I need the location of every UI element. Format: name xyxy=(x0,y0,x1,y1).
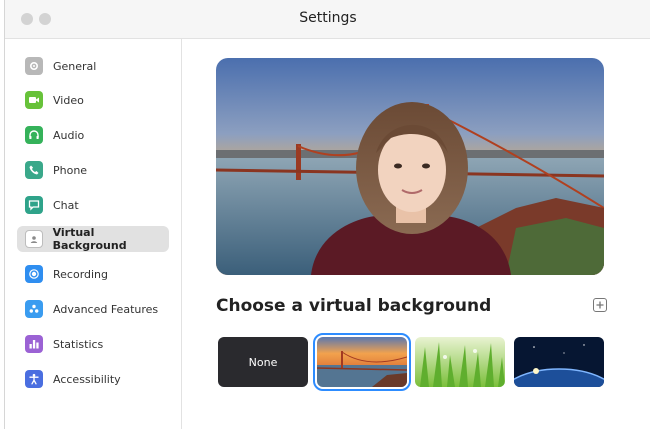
title-bar: Settings xyxy=(5,0,650,39)
gear-icon xyxy=(25,57,43,75)
sidebar-item-label: Chat xyxy=(53,198,79,212)
chat-bubble-icon xyxy=(25,196,43,214)
sidebar-item-label: Phone xyxy=(53,163,88,177)
record-icon xyxy=(25,265,43,283)
sidebar-item-statistics[interactable]: Statistics xyxy=(17,331,169,357)
plus-icon xyxy=(596,301,604,309)
headphones-icon xyxy=(25,126,43,144)
background-thumbnail-grass[interactable] xyxy=(415,337,505,387)
sidebar-item-general[interactable]: General xyxy=(17,53,169,79)
accessibility-icon xyxy=(25,370,43,388)
video-preview xyxy=(216,58,604,275)
settings-window: Settings General Video Audio Phone Chat … xyxy=(4,0,650,429)
advanced-features-icon xyxy=(25,300,43,318)
person-card-icon xyxy=(25,230,43,248)
sidebar-item-audio[interactable]: Audio xyxy=(17,122,169,148)
window-title: Settings xyxy=(299,10,357,26)
sidebar-item-label: Advanced Features xyxy=(53,302,159,316)
sidebar-item-virtual-background[interactable]: Virtual Background xyxy=(17,226,169,252)
background-thumbnail-golden-gate[interactable] xyxy=(313,333,411,391)
sidebar-item-label: General xyxy=(53,59,97,73)
sidebar-item-label: Statistics xyxy=(53,337,104,351)
thumbnail-label: None xyxy=(248,355,278,369)
background-thumbnail-none[interactable]: None xyxy=(218,337,308,387)
sidebar-item-label: Recording xyxy=(53,267,109,281)
sidebar-item-label: Audio xyxy=(53,128,85,142)
settings-sidebar: General Video Audio Phone Chat Virtual B… xyxy=(5,39,182,429)
add-background-button[interactable] xyxy=(593,298,607,312)
sidebar-item-phone[interactable]: Phone xyxy=(17,157,169,183)
background-thumbnail-earth-space[interactable] xyxy=(514,337,604,387)
sidebar-item-chat[interactable]: Chat xyxy=(17,192,169,218)
choose-background-heading: Choose a virtual background xyxy=(216,296,492,316)
sidebar-item-advanced-features[interactable]: Advanced Features xyxy=(17,296,169,322)
sidebar-item-video[interactable]: Video xyxy=(17,87,169,113)
video-camera-icon xyxy=(25,91,43,109)
sidebar-item-label: Virtual Background xyxy=(52,226,127,252)
bar-chart-icon xyxy=(25,335,43,353)
phone-icon xyxy=(25,161,43,179)
sidebar-item-accessibility[interactable]: Accessibility xyxy=(17,366,169,392)
sidebar-item-recording[interactable]: Recording xyxy=(17,261,169,287)
sidebar-item-label: Video xyxy=(53,93,84,107)
sidebar-item-label: Accessibility xyxy=(53,372,121,386)
